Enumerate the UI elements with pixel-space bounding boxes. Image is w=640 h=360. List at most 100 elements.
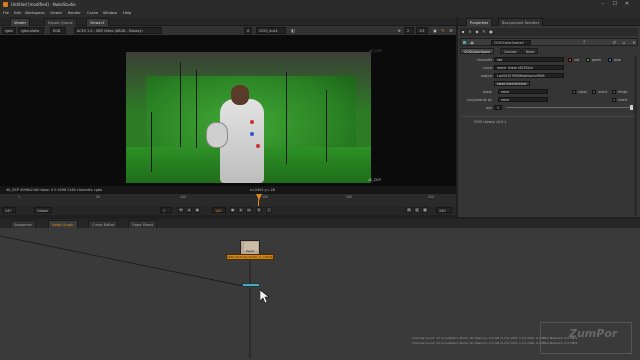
tab-curve-editor[interactable]: Curve Editor [88,220,119,228]
tab-export-queue[interactable]: Export Queue [44,18,77,26]
current-frame-field[interactable]: 140 [212,207,226,213]
pin-icon[interactable]: ● [488,28,494,35]
lock-icon[interactable]: ▪ [460,28,466,35]
help-icon[interactable]: ? [581,39,587,46]
fringe-checkbox[interactable] [612,90,616,94]
step-button[interactable]: ⋯ [266,207,272,213]
tab-context[interactable]: Context [500,48,521,54]
cache-button[interactable]: ▥ [414,207,420,213]
tab-dope-sheet[interactable]: Dope Sheet [128,220,157,228]
node-color-swatch[interactable] [463,41,466,44]
loop-button[interactable]: ↻ [256,207,262,213]
zoom-icon[interactable]: ⊕ [396,27,402,34]
eyedropper-icon[interactable]: ✎ [481,28,487,35]
tab-ocio-colorspace[interactable]: OCIOColorSpace [460,48,495,54]
menu-help[interactable]: Help [123,11,131,15]
in-frame-field[interactable]: 1 [160,207,172,213]
inject-checkbox[interactable] [572,90,576,94]
mask-dropdown[interactable]: none [498,89,548,94]
read-node-filename: ARRI_Ma21Ast_hdr02_s1_COLOR_RAWx.mov [226,254,274,260]
pause-icon[interactable]: ✎ [440,27,446,34]
flipbook-button[interactable]: ▤ [406,207,412,213]
light-stand [180,62,181,147]
input-a-dropdown[interactable]: A [244,27,252,34]
node-header: ◉ OCIOColorSpace1 ? ↺ ▫ ✕ [460,38,638,46]
maximize-button[interactable]: ☐ [610,1,620,8]
properties-scrollbar[interactable] [634,56,637,216]
proxy-dropdown[interactable]: 1/3 [416,27,428,34]
goto-end-button[interactable]: ⏭ [246,207,252,213]
tab-background-renders[interactable]: Background Renders [498,18,544,26]
close-node-icon[interactable]: ✕ [631,39,637,46]
float-icon[interactable]: ◆ [474,28,480,35]
time-ruler[interactable]: 1 50 100 150 200 250 [0,194,456,206]
scope-dropdown[interactable]: Global [34,207,52,213]
tick-label: 100 [180,195,187,199]
invert-premult-checkbox[interactable] [612,98,616,102]
ocio-colorspace-node[interactable] [242,283,260,287]
red-checkbox[interactable] [568,58,572,62]
mix-slider-handle[interactable] [630,105,633,110]
menu-file[interactable]: File [3,11,9,15]
close-button[interactable]: ✕ [622,1,632,8]
tab-properties[interactable]: Properties [466,18,493,26]
revert-icon[interactable]: ↺ [611,39,617,46]
invert-premult-label: invert [618,98,628,102]
viewer-node-dropdown[interactable]: OCIO_aux1 [256,27,286,34]
image-plate[interactable] [126,52,371,183]
settings-icon[interactable]: ⚙ [448,27,454,34]
channels-dropdown[interactable]: rgb [494,57,564,62]
green-checkbox[interactable] [586,58,590,62]
goto-start-button[interactable]: ⏮ [178,207,184,213]
astronaut-head [231,85,249,105]
tab-viewer1[interactable]: Viewer1 [86,18,109,26]
menu-viewer[interactable]: Viewer [50,11,62,15]
menu-edit[interactable]: Edit [14,11,21,15]
eye-icon[interactable]: ◉ [469,39,475,46]
maximize-icon[interactable]: ▫ [621,39,627,46]
properties-tab-strip: Properties Background Renders [458,17,640,26]
menu-render[interactable]: Render [68,11,81,15]
tab-node[interactable]: Node [522,48,539,54]
mix-slider-track[interactable] [506,107,632,108]
monitor-button[interactable]: ▦ [422,207,428,213]
tab-viewer[interactable]: Viewer [10,18,31,26]
prev-keyframe-button[interactable]: ◂ [186,207,192,213]
play-forward-button[interactable]: ▶ [230,207,236,213]
zoom-dropdown[interactable]: 2 [404,27,414,34]
playhead-line [258,199,259,206]
transport-controls: 24* Global 1 ⏮ ◂ ◀ 140 ▶ ▸ ⏭ ↻ ⋯ ▤ ▥ ▦ 2… [0,206,456,215]
clear-icon[interactable]: ✕ [467,28,473,35]
colorspace-dropdown[interactable]: RGB [50,27,66,34]
swap-input-output-button[interactable]: swap input/output [494,81,530,86]
format-info: 4K_DCP 4096x2160 bbox: 0 0 4096 2160 cha… [6,188,103,192]
minimize-button[interactable]: – [598,1,608,8]
input-colorspace-dropdown[interactable]: scene_linear (ACES2g) [494,65,564,70]
roi-icon[interactable]: ▣ [432,27,438,34]
display-dropdown[interactable]: ACES 1.0 - SDR Video (ARGB - Display) [74,27,162,34]
light-stand [196,70,197,148]
mouse-cursor-icon [260,290,270,304]
invert-mask-checkbox[interactable] [592,90,596,94]
fps-field[interactable]: 24* [2,207,16,213]
blue-checkbox[interactable] [608,58,612,62]
play-backward-button[interactable]: ◀ [194,207,200,213]
tab-sequence[interactable]: Sequence [10,220,36,228]
channel-dropdown[interactable]: rgba.alpha [18,27,44,34]
viewer-wire [0,235,249,288]
compare-icon[interactable]: ◧ [290,27,296,34]
tab-node-graph[interactable]: Node Graph [48,220,78,228]
node-name-field[interactable]: OCIOColorSpace1 [491,40,531,45]
light-stand [286,72,287,164]
menu-workspace[interactable]: Workspace [25,11,45,15]
next-keyframe-button[interactable]: ▸ [238,207,244,213]
tick-label: 150 [262,195,269,199]
status-text: Channel Count: 22 Localization Mode: On … [412,336,577,345]
output-colorspace-dropdown[interactable]: Log3G10 REDWideGamutRGB [494,73,564,78]
unpremult-dropdown[interactable]: none [498,97,548,102]
menu-window[interactable]: Window [103,11,117,15]
out-frame-field[interactable]: 240 [436,207,452,213]
layer-dropdown[interactable]: rgba [2,27,16,34]
menu-cache[interactable]: Cache [87,11,98,15]
mix-field[interactable]: 1 [494,105,502,110]
